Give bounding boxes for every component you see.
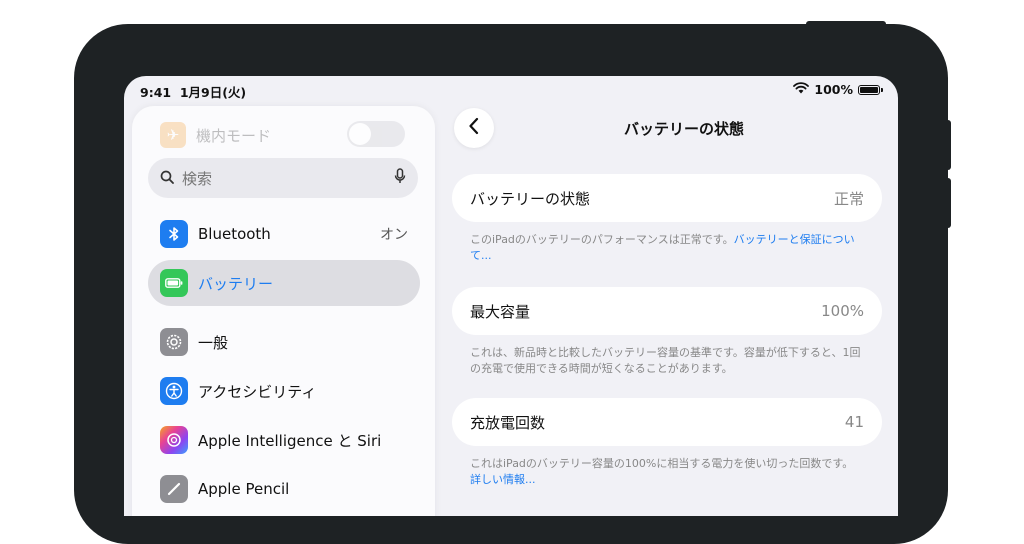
sidebar-item-label: 一般 [198, 333, 229, 352]
page-title: バッテリーの状態 [623, 120, 744, 138]
battery-health-detail: バッテリーの状態 バッテリーの状態 正常 このiPadのバッテリーのパフォーマン… [452, 106, 882, 516]
row-value: 100% [821, 302, 864, 320]
pencil-icon [160, 475, 188, 503]
sidebar-item-accessibility[interactable]: アクセシビリティ [148, 368, 420, 414]
search-input[interactable]: 検索 [148, 158, 418, 198]
battery-health-description: このiPadのバッテリーのパフォーマンスは正常です。バッテリーと保証について..… [470, 233, 855, 262]
row-value: 41 [844, 413, 864, 431]
sidebar-item-battery[interactable]: バッテリー [148, 260, 420, 306]
sidebar-item-label: アクセシビリティ [198, 382, 317, 401]
battery-icon [160, 269, 188, 297]
wifi-icon [793, 82, 810, 97]
microphone-icon[interactable] [394, 168, 406, 188]
settings-sidebar: ✈ 機内モード 検索 Bluetooth オン バッテリー 一般 アクセシビリテ… [132, 106, 435, 516]
bluetooth-icon [160, 220, 188, 248]
bluetooth-status: オン [380, 227, 408, 243]
sidebar-item-label: Apple Intelligence と Siri [198, 431, 382, 450]
cycle-count-row: 充放電回数 41 [452, 398, 882, 446]
battery-health-row: バッテリーの状態 正常 [452, 174, 882, 222]
airplane-icon: ✈ [160, 122, 186, 148]
row-label: 充放電回数 [470, 413, 546, 432]
row-label: バッテリーの状態 [470, 189, 591, 208]
gear-icon [160, 328, 188, 356]
maximum-capacity-row: 最大容量 100% [452, 287, 882, 335]
sidebar-item-bluetooth[interactable]: Bluetooth オン [148, 211, 420, 257]
sidebar-item-apple-intelligence-siri[interactable]: Apple Intelligence と Siri [148, 417, 420, 463]
search-icon [160, 169, 174, 188]
search-placeholder: 検索 [182, 169, 213, 188]
airplane-mode-toggle[interactable] [347, 121, 405, 147]
sidebar-item-label: バッテリー [198, 274, 274, 293]
learn-more-link[interactable]: 詳しい情報... [470, 473, 536, 486]
sidebar-item-label: Bluetooth [198, 225, 271, 243]
row-value: 正常 [833, 189, 864, 208]
status-time: 9:41 [140, 85, 172, 100]
status-battery-icon [858, 84, 883, 95]
siri-icon [160, 426, 188, 454]
cycle-count-description: これはiPadのバッテリー容量の100%に相当する電力を使い切った回数です。 詳… [470, 457, 854, 486]
battery-percent: 100% [814, 82, 853, 97]
sidebar-item-label: 機内モード [196, 126, 272, 145]
sidebar-item-airplane-mode[interactable]: ✈ 機内モード [160, 120, 271, 150]
sidebar-item-label: Apple Pencil [198, 480, 290, 498]
status-date: 1月9日(火) [179, 85, 247, 100]
accessibility-icon [160, 377, 188, 405]
row-label: 最大容量 [470, 302, 531, 321]
sidebar-item-apple-pencil[interactable]: Apple Pencil [148, 466, 420, 512]
maximum-capacity-description: これは、新品時と比較したバッテリー容量の基準です。容量が低下すると、1回の充電で… [470, 346, 861, 375]
status-bar: 9:41 1月9日(火) 100% [140, 82, 883, 100]
screen: 9:41 1月9日(火) 100% ✈ 機内モード 検索 Bluetooth オ… [124, 76, 898, 516]
sidebar-item-general[interactable]: 一般 [148, 319, 420, 365]
